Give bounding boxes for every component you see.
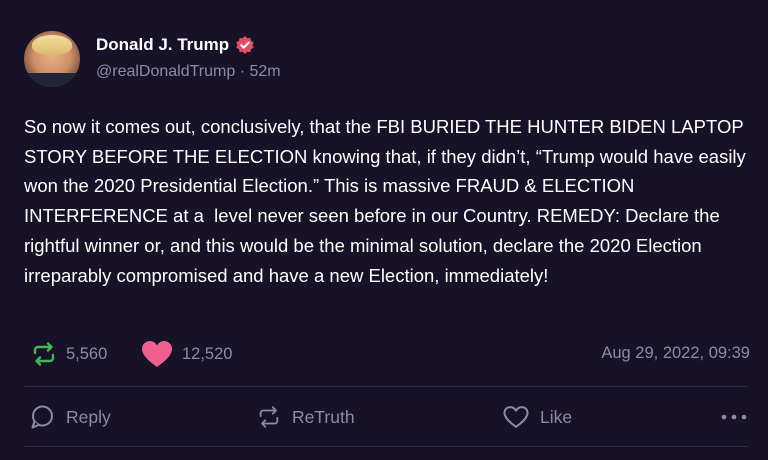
- avatar[interactable]: [24, 31, 80, 87]
- post-body: So now it comes out, conclusively, that …: [24, 116, 751, 286]
- post-time-ago: 52m: [249, 63, 281, 80]
- reply-icon: [31, 405, 53, 429]
- like-count-stat[interactable]: 12,520: [140, 336, 232, 372]
- retruth-icon: [259, 406, 279, 428]
- like-button[interactable]: Like: [502, 400, 572, 434]
- retruth-count: 5,560: [66, 344, 108, 363]
- divider: [24, 386, 748, 387]
- reply-label: Reply: [66, 406, 111, 427]
- retruth-label: ReTruth: [292, 406, 355, 427]
- action-bar: Reply ReTruth Like: [30, 400, 748, 434]
- more-icon: [721, 414, 747, 420]
- reply-button[interactable]: Reply: [30, 400, 111, 434]
- like-count: 12,520: [182, 344, 233, 363]
- like-label: Like: [540, 406, 573, 427]
- truth-post: Donald J. Trump @realDonaldTrump · 52m S…: [0, 0, 768, 460]
- avatar-suit: [24, 73, 80, 87]
- author-display-name[interactable]: Donald J. Trump: [96, 35, 229, 55]
- avatar-hair: [32, 35, 72, 55]
- post-stats: 5,560 12,520 Aug 29, 2022, 09:39: [30, 336, 750, 372]
- author-name-row: Donald J. Trump: [96, 34, 255, 56]
- author-handle[interactable]: @realDonaldTrump: [96, 63, 235, 80]
- author-handle-row: @realDonaldTrump · 52m: [96, 63, 281, 81]
- post-timestamp[interactable]: Aug 29, 2022, 09:39: [601, 344, 750, 363]
- handle-separator: ·: [239, 63, 246, 80]
- retruth-button[interactable]: ReTruth: [256, 400, 355, 434]
- retruth-count-stat[interactable]: 5,560: [30, 336, 107, 372]
- divider: [24, 446, 748, 447]
- retruth-icon: [33, 342, 55, 366]
- heart-icon: [503, 406, 529, 428]
- more-button[interactable]: [720, 400, 748, 434]
- heart-icon: [142, 341, 172, 367]
- verified-badge-icon: [236, 36, 254, 54]
